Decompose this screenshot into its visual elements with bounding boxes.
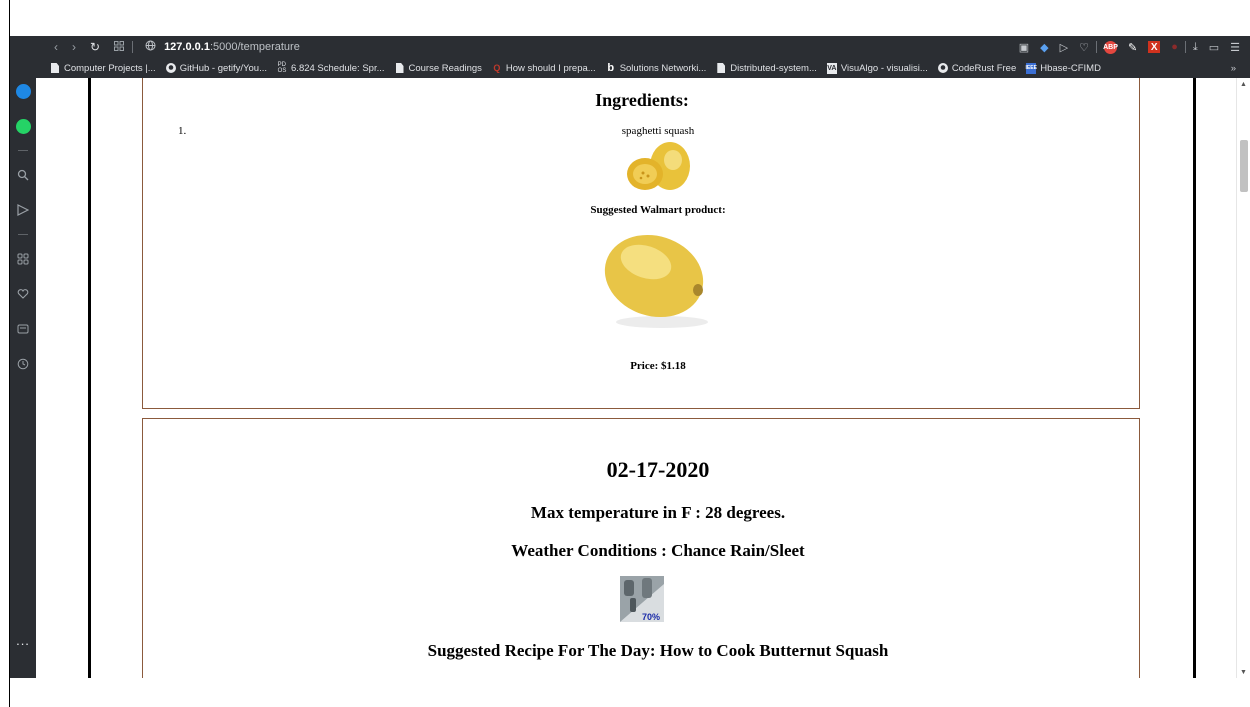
news-icon[interactable] xyxy=(10,318,36,340)
play-icon[interactable] xyxy=(10,199,36,221)
sidebar-divider xyxy=(18,234,28,235)
dot-icon[interactable]: ● xyxy=(1171,41,1178,53)
toolbar-separator xyxy=(1184,41,1186,53)
apps-grid-icon[interactable] xyxy=(10,248,36,270)
whatsapp-icon[interactable] xyxy=(10,115,36,137)
scroll-down-arrow[interactable]: ▼ xyxy=(1240,668,1247,676)
heart-icon[interactable] xyxy=(10,283,36,305)
bookmarks-bar: Computer Projects |... GitHub - getify/Y… xyxy=(36,58,1250,78)
search-icon[interactable] xyxy=(10,164,36,186)
bookmarks-more-button[interactable]: » xyxy=(1231,63,1250,74)
product-image xyxy=(604,234,708,328)
sidebar-more-button[interactable]: ... xyxy=(10,633,36,648)
ingredients-heading: Ingredients: xyxy=(595,90,689,110)
ingredient-name: spaghetti squash xyxy=(621,125,695,137)
page-viewport: Ingredients: 1. spaghetti squash Suggest… xyxy=(36,78,1250,678)
forward-icon[interactable]: › xyxy=(72,40,76,54)
url-path: :5000/temperature xyxy=(209,41,300,53)
toolbar-separator xyxy=(1095,41,1097,53)
bookmark-item[interactable]: CodeRust Free xyxy=(937,63,1016,74)
bookmark-item[interactable]: GitHub - getify/You... xyxy=(165,63,267,74)
toolbar-separator xyxy=(132,41,134,53)
weather-card: 02-17-2020 Max temperature in F : 28 deg… xyxy=(142,418,1140,678)
github-icon xyxy=(937,63,948,74)
quora-icon: Q xyxy=(493,63,501,73)
page-border-left xyxy=(88,78,91,678)
back-icon[interactable]: ‹ xyxy=(54,40,58,54)
sidebar-divider xyxy=(18,150,28,151)
bookmark-item[interactable]: IEEE Hbase-CFIMD xyxy=(1026,62,1101,74)
github-icon xyxy=(165,63,176,74)
pen-icon[interactable]: ✎ xyxy=(1128,41,1137,54)
menu-icon[interactable]: ☰ xyxy=(1230,41,1240,54)
vertical-scrollbar[interactable]: ▲ ▼ xyxy=(1236,78,1250,678)
browser-window: ... ‹ › ↻ 127.0.0.1:5000/temperature ▣ ◆… xyxy=(10,36,1250,678)
ieee-icon: IEEE xyxy=(1026,62,1037,74)
scrollbar-thumb[interactable] xyxy=(1240,140,1248,192)
adblock-icon[interactable]: ABP xyxy=(1103,40,1118,54)
visualgo-icon: VA xyxy=(826,62,837,74)
page-border-right xyxy=(1193,78,1196,678)
x-extension-icon[interactable]: X xyxy=(1148,41,1161,53)
forecast-date: 02-17-2020 xyxy=(606,457,710,482)
url-host: 127.0.0.1 xyxy=(164,41,210,53)
tabs-grid-icon[interactable] xyxy=(114,40,125,54)
product-price: Price: $1.18 xyxy=(630,360,686,372)
ingredients-card: Ingredients: 1. spaghetti squash Suggest… xyxy=(142,78,1140,409)
ingredient-image xyxy=(627,142,690,190)
address-bar[interactable]: 127.0.0.1:5000/temperature xyxy=(145,40,300,54)
suggested-recipe: Suggested Recipe For The Day: How to Coo… xyxy=(427,641,889,660)
bookmark-item[interactable]: Course Readings xyxy=(395,63,482,74)
doc-icon xyxy=(395,63,405,74)
download-icon[interactable]: ⤓ xyxy=(1193,41,1198,54)
reload-icon[interactable]: ↻ xyxy=(90,40,100,54)
bookmark-item[interactable]: Distributed-system... xyxy=(716,63,817,74)
scroll-up-arrow[interactable]: ▲ xyxy=(1240,80,1247,88)
max-temperature: Max temperature in F : 28 degrees. xyxy=(530,503,786,522)
weather-rain-icon: 70% xyxy=(620,576,664,622)
browser-toolbar: ‹ › ↻ 127.0.0.1:5000/temperature ▣ ◆ ▷ ♡… xyxy=(36,36,1250,58)
bookmark-item[interactable]: b Solutions Networki... xyxy=(606,62,706,74)
pdos-icon: PD OS xyxy=(277,62,287,74)
camera-icon[interactable]: ▣ xyxy=(1019,41,1029,54)
shield-icon[interactable]: ◆ xyxy=(1040,41,1048,54)
b-icon: b xyxy=(607,62,615,74)
doc-icon xyxy=(50,63,60,74)
weather-conditions: Weather Conditions : Chance Rain/Sleet xyxy=(511,541,805,560)
history-icon[interactable] xyxy=(10,353,36,375)
globe-icon xyxy=(145,40,156,54)
heart-icon[interactable]: ♡ xyxy=(1079,41,1089,54)
window-icon[interactable]: ▭ xyxy=(1209,41,1219,54)
weather-percent: 70% xyxy=(642,612,660,622)
bookmark-item[interactable]: Computer Projects |... xyxy=(50,63,156,74)
bookmark-item[interactable]: VA VisuAlgo - visualisi... xyxy=(826,62,928,74)
messenger-icon[interactable] xyxy=(10,80,36,102)
play-icon[interactable]: ▷ xyxy=(1060,41,1068,54)
bookmark-item[interactable]: Q How should I prepa... xyxy=(492,63,595,74)
sidebar: ... xyxy=(10,36,36,678)
bookmark-item[interactable]: PD OS 6.824 Schedule: Spr... xyxy=(277,62,385,74)
suggested-product-label: Suggested Walmart product: xyxy=(590,204,726,216)
doc-icon xyxy=(716,63,726,74)
